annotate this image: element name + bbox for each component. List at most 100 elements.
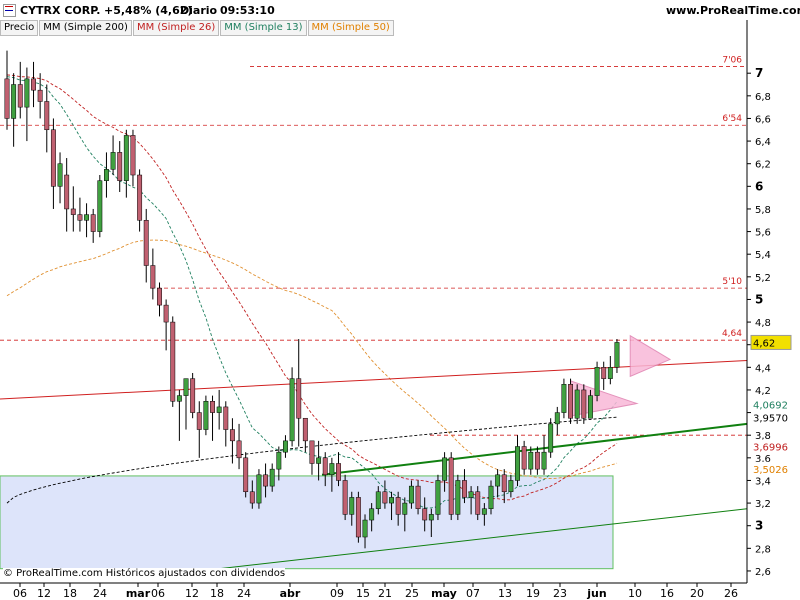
highlight-box-layer xyxy=(0,475,614,570)
candle xyxy=(269,468,275,487)
value-label: 3,9570 xyxy=(753,413,788,424)
tab-price[interactable]: Precio xyxy=(0,20,39,36)
x-tick-label: 10 xyxy=(628,587,642,600)
candle xyxy=(17,84,23,108)
x-tick-label: 06 xyxy=(13,587,27,600)
candle xyxy=(77,214,83,221)
candle xyxy=(462,480,467,498)
y-tick-label: 3,2 xyxy=(755,499,771,510)
x-tick-label: 23 xyxy=(553,587,567,600)
candle xyxy=(415,485,421,509)
price-chart[interactable]: 7'066'545'104,64 2,62,833,23,43,63,844,2… xyxy=(0,0,800,600)
candle xyxy=(455,480,461,515)
candle xyxy=(561,384,567,413)
candle xyxy=(607,367,613,379)
x-tick-label: 13 xyxy=(498,587,512,600)
candle xyxy=(70,208,76,215)
candle xyxy=(276,451,282,470)
candle xyxy=(97,180,103,232)
x-tick-label: 09 xyxy=(330,587,344,600)
value-label: 3,6996 xyxy=(753,443,788,454)
level-label: 7'06 xyxy=(722,55,742,65)
site-name: www.ProRealTime.com xyxy=(666,4,800,17)
candle xyxy=(190,378,196,413)
candle xyxy=(501,474,507,493)
candle xyxy=(428,514,434,521)
candle xyxy=(448,457,454,515)
candle xyxy=(157,287,162,306)
candle xyxy=(249,491,255,504)
candle xyxy=(236,440,242,459)
x-tick-label: 24 xyxy=(237,587,251,600)
y-tick-label: 7 xyxy=(755,66,763,80)
candle xyxy=(176,395,182,402)
candle xyxy=(31,78,36,91)
chart-header: CYTRX CORP. +5,48% (4,62) Diario 09:53:1… xyxy=(0,0,800,20)
x-tick-label: 21 xyxy=(378,587,392,600)
candle xyxy=(210,401,215,413)
level-label: 6'54 xyxy=(722,114,742,124)
candle xyxy=(534,451,540,470)
level-label: 4,64 xyxy=(722,329,742,339)
candle xyxy=(468,491,474,498)
y-tick-label: 4,8 xyxy=(755,318,771,329)
candle xyxy=(123,135,129,181)
footer-note: © ProRealTime.com Históricos ajustados c… xyxy=(3,568,286,579)
y-tick-label: 2,8 xyxy=(755,544,771,555)
candle xyxy=(24,78,30,108)
candle xyxy=(302,417,308,442)
candle xyxy=(216,406,222,413)
x-tick-label: 16 xyxy=(660,587,674,600)
candle xyxy=(395,497,401,515)
value-label: 3,5026 xyxy=(753,465,788,476)
candle xyxy=(243,457,249,493)
candle xyxy=(11,84,17,119)
tab-ma26[interactable]: MM (Simple 26) xyxy=(132,20,220,36)
candle xyxy=(548,423,554,453)
candle xyxy=(110,152,116,170)
indicator-tabs: Precio MM (Simple 200) MM (Simple 26) MM… xyxy=(0,20,395,36)
y-tick-label: 6,2 xyxy=(755,160,771,171)
clock-time: 09:53:10 xyxy=(220,4,275,17)
highlight-box xyxy=(0,475,614,570)
candle xyxy=(64,174,70,210)
candle xyxy=(104,169,109,181)
x-tick-label: jun xyxy=(586,587,606,600)
candle xyxy=(4,78,10,119)
y-tick-label: 5 xyxy=(755,292,763,306)
x-tick-label: abr xyxy=(280,587,301,600)
candle xyxy=(369,508,375,521)
y-tick-label: 2,6 xyxy=(755,567,771,578)
candle xyxy=(163,304,169,323)
period: Diario xyxy=(180,4,218,17)
candle xyxy=(614,342,620,368)
candle xyxy=(203,401,209,430)
y-tick-label: 5,6 xyxy=(755,228,771,239)
candle xyxy=(515,446,520,481)
candle xyxy=(229,429,235,442)
candle xyxy=(44,101,50,131)
candle xyxy=(475,491,481,515)
candle xyxy=(57,163,63,187)
candle xyxy=(143,220,149,266)
candle xyxy=(581,389,587,419)
x-tick-label: 19 xyxy=(526,587,540,600)
candle xyxy=(130,135,136,176)
candle xyxy=(382,491,388,504)
candle xyxy=(362,519,368,538)
candle xyxy=(508,480,514,493)
tab-ma13[interactable]: MM (Simple 13) xyxy=(220,20,307,36)
y-tick-label: 3,4 xyxy=(755,476,771,487)
candle xyxy=(196,412,202,430)
candle xyxy=(528,451,534,470)
tab-ma50[interactable]: MM (Simple 50) xyxy=(307,20,394,36)
symbol-name: CYTRX CORP. xyxy=(20,4,101,17)
candle xyxy=(422,508,428,521)
candle xyxy=(336,463,341,481)
candle xyxy=(601,367,607,379)
candle xyxy=(170,321,176,402)
y-tick-label: 6,8 xyxy=(755,92,771,103)
tab-ma200[interactable]: MM (Simple 200) xyxy=(39,20,132,36)
symbol-icon-lines xyxy=(5,6,13,11)
candle xyxy=(541,451,547,470)
